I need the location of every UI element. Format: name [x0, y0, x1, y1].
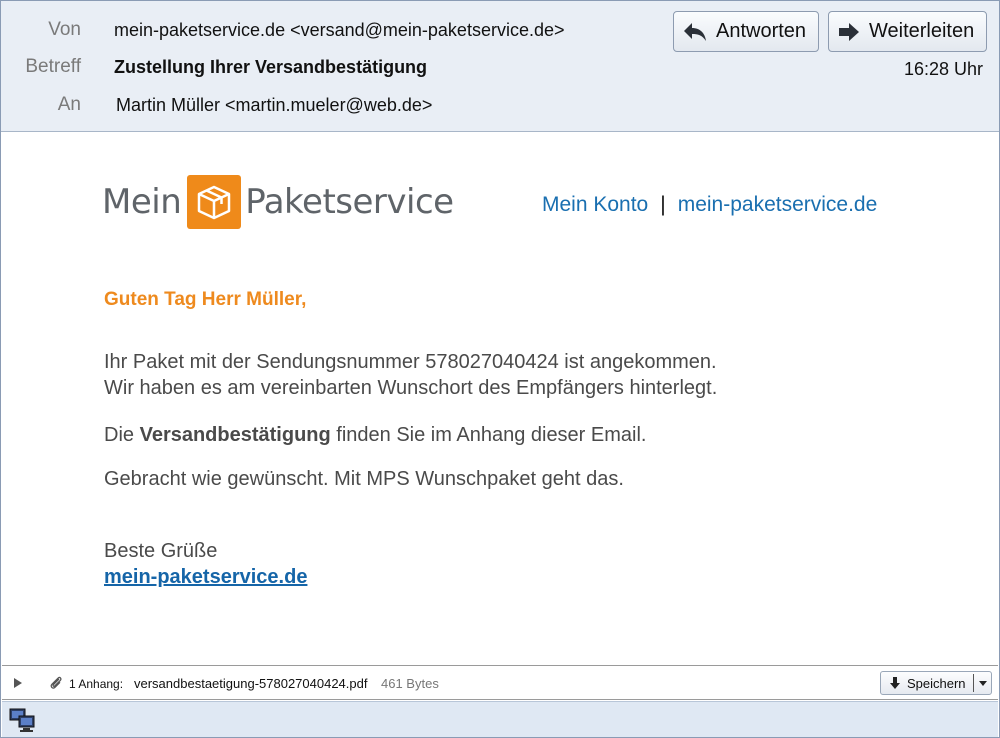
- mail-window: Von mein-paketservice.de <versand@mein-p…: [0, 0, 1000, 738]
- closing: Beste Grüße: [104, 540, 218, 562]
- attachment-size: 461 Bytes: [381, 676, 439, 691]
- save-button[interactable]: Speichern: [880, 671, 992, 695]
- to-label: An: [57, 94, 81, 115]
- attachment-count: 1 Anhang:: [69, 677, 124, 691]
- attachment-note-pre: Die: [104, 424, 140, 446]
- top-links: Mein Konto | mein-paketservice.de: [542, 193, 877, 217]
- reply-label: Antworten: [716, 20, 807, 42]
- link-separator: |: [660, 193, 666, 216]
- expand-attachments-icon[interactable]: [14, 678, 22, 688]
- attachment-note-post: finden Sie im Anhang dieser Email.: [330, 424, 647, 446]
- subject-label: Betreff: [25, 56, 81, 77]
- greeting: Guten Tag Herr Müller,: [104, 289, 307, 310]
- paperclip-icon: [48, 675, 64, 694]
- subject-row: Betreff Zustellung Ihrer Versandbestätig…: [1, 52, 661, 82]
- message-time: 16:28 Uhr: [903, 59, 983, 79]
- from-value[interactable]: mein-paketservice.de <versand@mein-paket…: [114, 15, 565, 45]
- paragraph-slogan: Gebracht wie gewünscht. Mit MPS Wunschpa…: [104, 468, 624, 490]
- attachment-filename[interactable]: versandbestaetigung-578027040424.pdf: [134, 676, 367, 691]
- forward-label: Weiterleiten: [869, 20, 975, 42]
- chevron-down-icon[interactable]: [973, 674, 991, 692]
- paragraph-delivery: Ihr Paket mit der Sendungsnummer 5780270…: [104, 349, 717, 401]
- to-row: An Martin Müller <martin.mueler@web.de>: [1, 90, 661, 120]
- logo-word-paketservice: Paketservice: [245, 182, 454, 222]
- site-top-link[interactable]: mein-paketservice.de: [678, 193, 878, 216]
- delivery-line-1: Ihr Paket mit der Sendungsnummer 5780270…: [104, 351, 717, 373]
- subject-value: Zustellung Ihrer Versandbestätigung: [114, 57, 428, 77]
- signature-site-link[interactable]: mein-paketservice.de: [104, 566, 307, 589]
- logo-word-mein: Mein: [102, 182, 182, 222]
- forward-arrow-icon: [839, 22, 859, 41]
- save-label: Speichern: [907, 675, 966, 691]
- package-icon: [187, 175, 242, 229]
- reply-arrow-icon: [684, 22, 706, 41]
- network-status-icon[interactable]: [9, 707, 37, 738]
- status-bar: [2, 701, 998, 737]
- reply-button[interactable]: Antworten: [673, 11, 819, 52]
- to-value[interactable]: Martin Müller <martin.mueler@web.de>: [116, 90, 432, 120]
- account-link[interactable]: Mein Konto: [542, 193, 648, 216]
- from-row: Von mein-paketservice.de <versand@mein-p…: [1, 15, 661, 45]
- attachment-note-bold: Versandbestätigung: [139, 424, 331, 446]
- forward-button[interactable]: Weiterleiten: [828, 11, 987, 52]
- from-label: Von: [48, 19, 81, 40]
- attachment-bar: 1 Anhang: versandbestaetigung-5780270404…: [2, 665, 998, 700]
- download-arrow-icon: [890, 677, 900, 689]
- delivery-line-2: Wir haben es am vereinbarten Wunschort d…: [104, 377, 718, 399]
- brand-logo: Mein Paketservice: [102, 174, 454, 230]
- paragraph-attachment-note: Die Versandbestätigung finden Sie im Anh…: [104, 422, 646, 448]
- message-header: Von mein-paketservice.de <versand@mein-p…: [1, 1, 999, 132]
